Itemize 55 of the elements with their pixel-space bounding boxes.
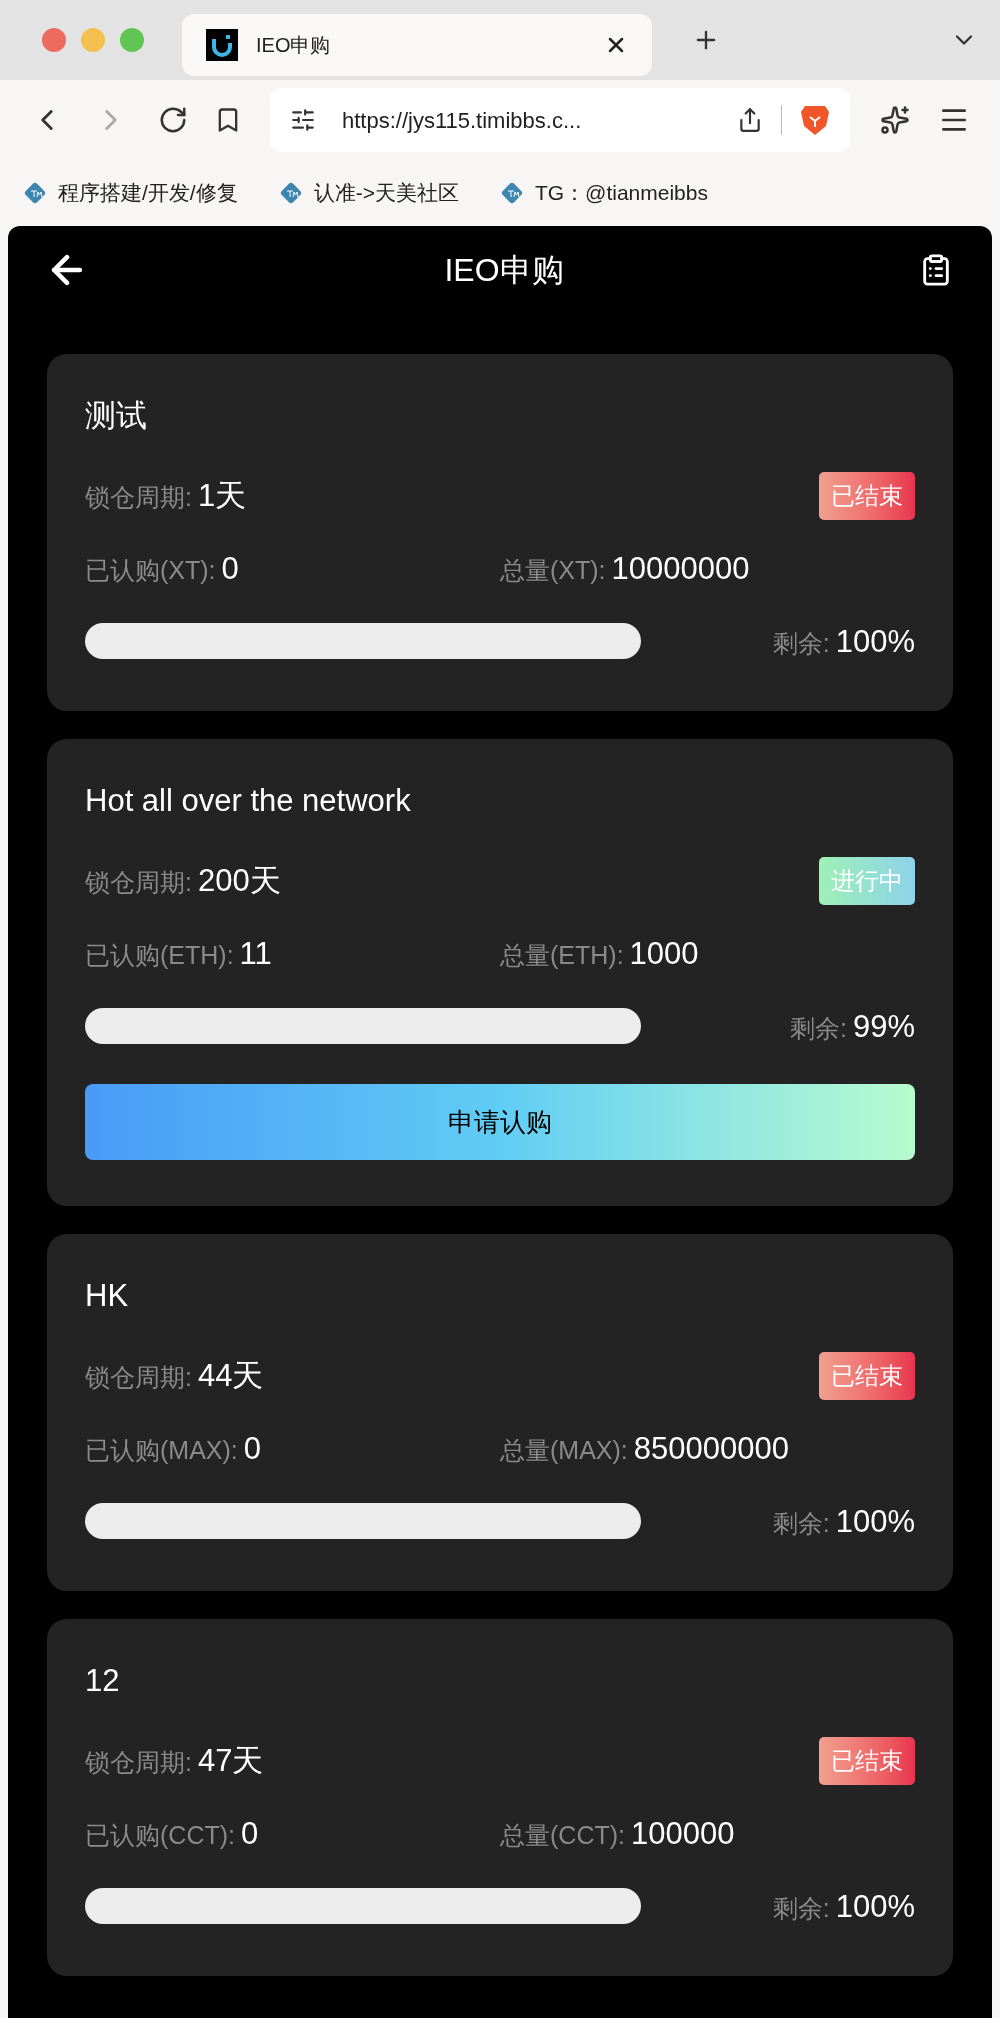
project-name: HK (85, 1278, 130, 1314)
total-label: 总量(ETH): (500, 940, 624, 971)
project-name: Hot all over the network (85, 783, 412, 819)
status-badge: 已结束 (819, 1352, 915, 1400)
tab-title: IEO申购 (256, 33, 332, 58)
bookmark-item[interactable]: TG：@tianmeibbs (500, 177, 708, 209)
page-title: IEO申购 (444, 251, 564, 290)
subscribed-label: 已认购(CCT): (85, 1820, 235, 1851)
total-label: 总量(CCT): (500, 1820, 625, 1851)
subscribed-label: 已认购(XT): (85, 555, 216, 586)
remaining-label: 剩余: (790, 1012, 847, 1044)
reload-icon[interactable] (158, 105, 188, 135)
address-bar[interactable]: https://jys115.timibbs.c... (270, 88, 850, 152)
bookmark-item[interactable]: 认准->天美社区 (279, 177, 459, 209)
subscribed-value: 0 (243, 1430, 262, 1468)
site-settings-icon[interactable] (290, 107, 316, 133)
lion-shield-icon[interactable] (800, 103, 830, 137)
lock-period-label: 锁仓周期: (85, 866, 192, 898)
lock-period-value: 47天 (197, 1741, 264, 1780)
subscribed-label: 已认购(MAX): (85, 1435, 238, 1466)
lock-period-label: 锁仓周期: (85, 1361, 192, 1393)
browser-tab[interactable]: IEO申购 (182, 14, 652, 76)
subscribed-label: 已认购(ETH): (85, 940, 234, 971)
subscribed-value: 0 (221, 550, 239, 588)
total-label: 总量(MAX): (500, 1435, 628, 1466)
sparkle-icon[interactable] (880, 105, 910, 135)
total-value: 10000000 (611, 550, 750, 588)
status-badge: 已结束 (819, 1737, 915, 1785)
total-value: 100000 (631, 1815, 735, 1853)
remaining-label: 剩余: (772, 1892, 830, 1924)
lock-period-value: 1天 (197, 476, 247, 515)
remaining-label: 剩余: (772, 1507, 830, 1539)
remaining-value: 100% (835, 1887, 915, 1926)
remaining-value: 100% (835, 622, 915, 661)
total-label: 总量(XT): (500, 555, 606, 586)
subscribed-value: 11 (239, 935, 272, 973)
lock-period-label: 锁仓周期: (85, 481, 192, 513)
share-icon[interactable] (737, 107, 763, 133)
subscribed-value: 0 (241, 1815, 259, 1853)
bookmark-item[interactable]: 程序搭建/开发/修复 (24, 177, 238, 209)
lock-period-label: 锁仓周期: (85, 1746, 192, 1778)
project-name: 12 (85, 1663, 121, 1699)
project-name: 测试 (85, 398, 148, 434)
remaining-value: 100% (835, 1502, 915, 1541)
status-badge: 已结束 (819, 472, 915, 520)
status-badge: 进行中 (819, 857, 915, 905)
subscribe-button[interactable]: 申请认购 (85, 1084, 915, 1160)
remaining-value: 99% (852, 1007, 915, 1046)
lock-period-value: 44天 (197, 1356, 264, 1395)
url-text: https://jys115.timibbs.c... (342, 106, 583, 135)
remaining-label: 剩余: (772, 627, 830, 659)
site-favicon-icon (206, 29, 238, 61)
lock-period-value: 200天 (197, 861, 281, 900)
total-value: 850000000 (633, 1430, 789, 1468)
total-value: 1000 (629, 935, 699, 973)
